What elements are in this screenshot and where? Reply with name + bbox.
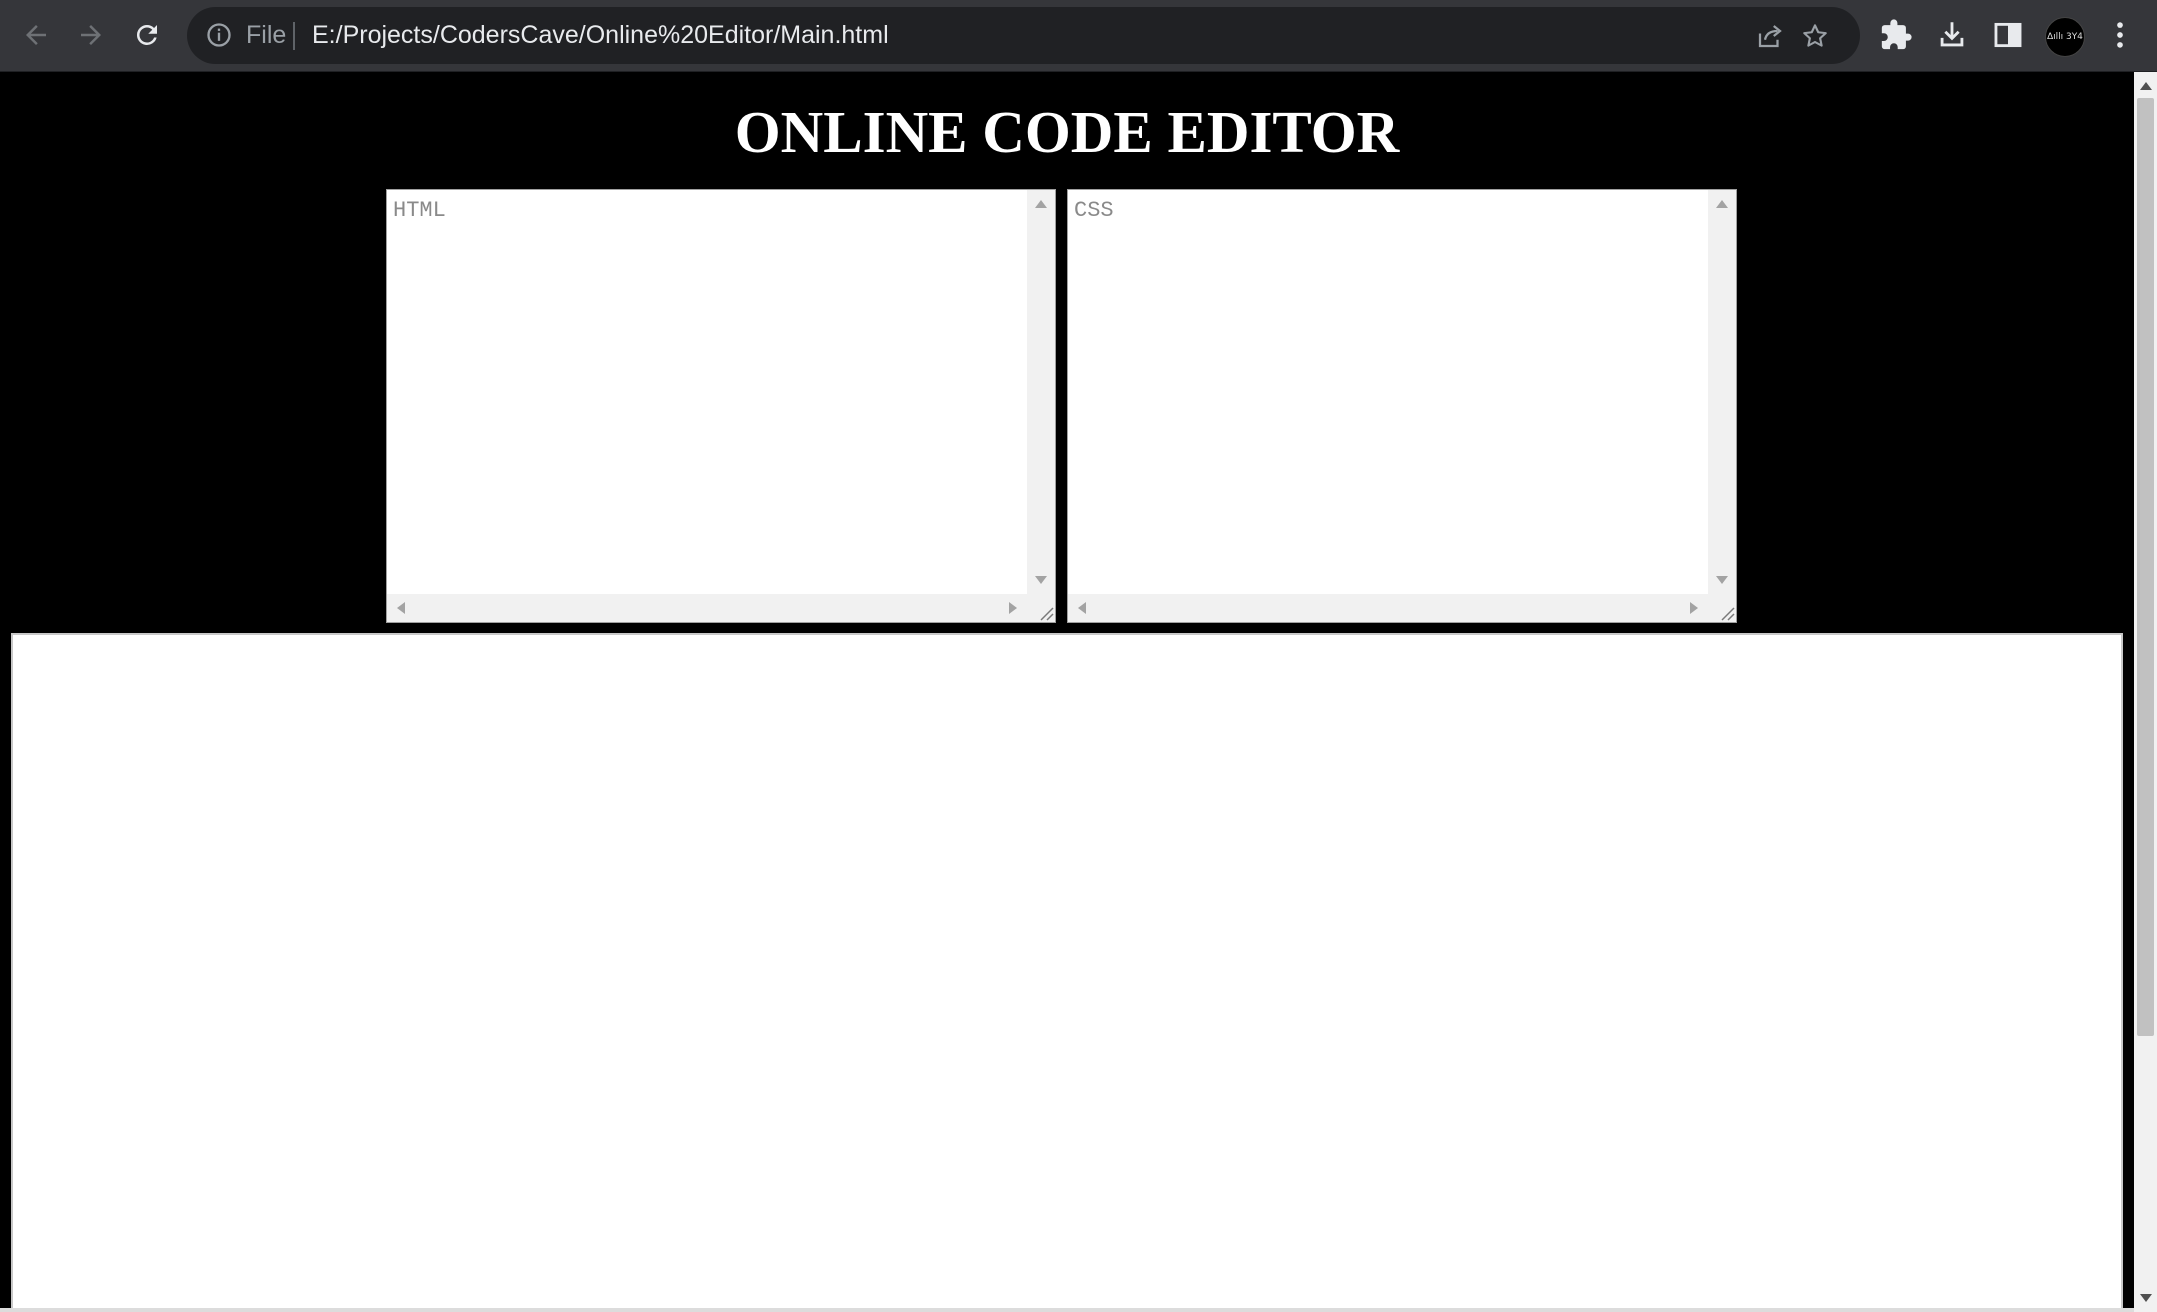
omnibox-divider	[293, 22, 295, 50]
scheme-label: File	[246, 21, 287, 49]
scroll-right-arrow-icon[interactable]	[1009, 602, 1017, 614]
back-button[interactable]	[13, 12, 59, 58]
kebab-menu-icon[interactable]	[2103, 18, 2137, 52]
scroll-down-arrow-icon[interactable]	[1716, 576, 1728, 584]
scroll-left-arrow-icon[interactable]	[1078, 602, 1086, 614]
address-bar[interactable]: File E:/Projects/CodersCave/Online%20Edi…	[187, 7, 1860, 64]
html-editor-vertical-scrollbar[interactable]	[1027, 190, 1055, 594]
arrow-left-icon	[26, 25, 46, 45]
page-scroll-down-icon[interactable]	[2140, 1294, 2152, 1302]
puzzle-icon[interactable]	[1879, 18, 1913, 52]
page-scroll-up-icon[interactable]	[2140, 82, 2152, 90]
browser-toolbar: File E:/Projects/CodersCave/Online%20Edi…	[0, 0, 2157, 72]
css-editor-resize-handle[interactable]	[1708, 594, 1736, 622]
page-vertical-scrollbar[interactable]	[2134, 72, 2157, 1312]
css-editor-placeholder: CSS	[1074, 198, 1114, 223]
scroll-left-arrow-icon[interactable]	[397, 602, 405, 614]
resize-grip-icon	[1040, 607, 1054, 621]
css-editor-vertical-scrollbar[interactable]	[1708, 190, 1736, 594]
scroll-up-arrow-icon[interactable]	[1716, 200, 1728, 208]
side-panel-icon[interactable]	[1991, 18, 2025, 52]
share-icon[interactable]	[1755, 21, 1785, 51]
page-title: ONLINE CODE EDITOR	[734, 99, 1400, 165]
info-icon[interactable]	[205, 21, 233, 49]
reload-icon	[136, 24, 157, 45]
resize-grip-icon	[1721, 607, 1735, 621]
scroll-up-arrow-icon[interactable]	[1035, 200, 1047, 208]
arrow-right-icon	[81, 25, 101, 45]
download-icon[interactable]	[1935, 18, 1969, 52]
css-editor[interactable]: CSS	[1067, 189, 1737, 623]
css-editor-horizontal-scrollbar[interactable]	[1068, 594, 1708, 622]
scroll-right-arrow-icon[interactable]	[1690, 602, 1698, 614]
star-icon[interactable]	[1800, 21, 1830, 51]
page-viewport: ONLINE CODE EDITOR HTML CSS	[0, 72, 2134, 1312]
url-text[interactable]: E:/Projects/CodersCave/Online%20Editor/M…	[312, 7, 889, 64]
html-editor-horizontal-scrollbar[interactable]	[387, 594, 1027, 622]
html-editor-resize-handle[interactable]	[1027, 594, 1055, 622]
reload-button[interactable]	[124, 12, 170, 58]
forward-button[interactable]	[68, 12, 114, 58]
page-scroll-thumb[interactable]	[2137, 98, 2154, 1036]
html-editor[interactable]: HTML	[386, 189, 1056, 623]
html-editor-placeholder: HTML	[393, 198, 446, 223]
scroll-down-arrow-icon[interactable]	[1035, 576, 1047, 584]
output-preview-frame[interactable]	[11, 633, 2123, 1312]
profile-avatar[interactable]: ∆ıllı 3Y4	[2045, 17, 2085, 57]
horizontal-scrollbar-strip[interactable]	[0, 1308, 2134, 1312]
